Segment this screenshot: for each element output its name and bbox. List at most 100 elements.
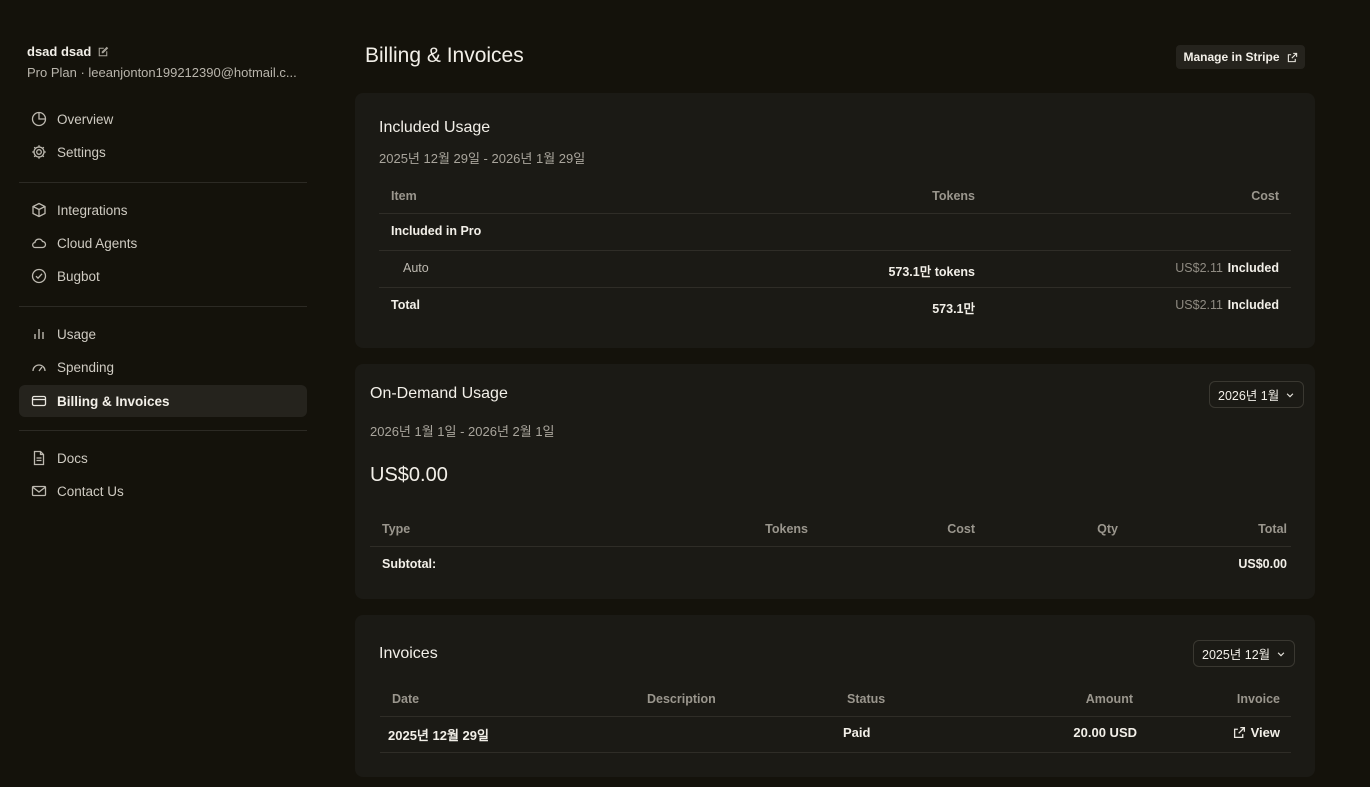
sidebar-item-overview[interactable]: Overview bbox=[19, 103, 307, 135]
sidebar-item-bugbot[interactable]: Bugbot bbox=[19, 260, 307, 292]
credit-card-icon bbox=[31, 395, 47, 407]
sidebar-item-label: Integrations bbox=[57, 202, 128, 218]
sidebar-item-contact-us[interactable]: Contact Us bbox=[19, 475, 307, 507]
table-subtotal-row: Subtotal: US$0.00 bbox=[370, 557, 1291, 577]
page-title: Billing & Invoices bbox=[365, 44, 524, 67]
column-header-qty: Qty bbox=[1097, 522, 1118, 536]
cube-icon bbox=[32, 202, 46, 218]
table-group-row: Included in Pro bbox=[379, 224, 1291, 244]
user-name: dsad dsad bbox=[27, 44, 92, 59]
table-divider bbox=[379, 287, 1291, 288]
column-header-type: Type bbox=[382, 522, 411, 536]
invoices-title: Invoices bbox=[379, 645, 438, 662]
sidebar-item-label: Overview bbox=[57, 111, 114, 127]
column-header-status: Status bbox=[847, 692, 886, 706]
on-demand-amount: US$0.00 bbox=[370, 464, 448, 486]
on-demand-month-select[interactable]: 2026년 1월 bbox=[1209, 381, 1305, 408]
bar-chart-icon bbox=[34, 329, 44, 339]
on-demand-table: Type Tokens Cost Qty Total Subtotal: US$… bbox=[370, 514, 1291, 579]
gear-icon bbox=[32, 145, 46, 159]
invoices-table: Date Description Status Amount Invoice 2… bbox=[380, 683, 1291, 753]
app-root: dsad dsad Pro Plan · leeanjonton19921239… bbox=[0, 0, 1370, 787]
table-divider bbox=[379, 250, 1291, 251]
sidebar-item-billing-invoices[interactable]: Billing & Invoices bbox=[19, 385, 307, 417]
row-status: Included bbox=[1227, 261, 1279, 275]
included-usage-card: Included Usage 2025년 12월 29일 - 2026년 1월 … bbox=[355, 93, 1315, 348]
sidebar-item-spending[interactable]: Spending bbox=[19, 351, 307, 383]
table-total-row: Total 573.1만 US$2.11 Included bbox=[379, 298, 1291, 318]
sidebar-item-docs[interactable]: Docs bbox=[19, 442, 307, 474]
group-label: Included in Pro bbox=[391, 224, 482, 238]
table-divider bbox=[379, 213, 1291, 214]
table-divider bbox=[380, 716, 1291, 717]
on-demand-usage-card: On-Demand Usage 2026년 1월 2026년 1월 1일 - 2… bbox=[355, 364, 1315, 599]
column-header-invoice: Invoice bbox=[1236, 692, 1280, 706]
external-link-icon bbox=[1233, 726, 1245, 739]
gauge-icon bbox=[32, 364, 46, 372]
row-cost: US$2.11 bbox=[1175, 261, 1223, 275]
table-row: Auto 573.1만 tokens US$2.11 Included bbox=[379, 261, 1291, 281]
chevron-down-icon bbox=[1286, 392, 1294, 397]
table-divider bbox=[370, 546, 1291, 547]
sidebar-item-settings[interactable]: Settings bbox=[19, 136, 307, 168]
column-header-total: Total bbox=[1258, 522, 1287, 536]
check-circle-icon bbox=[31, 268, 47, 284]
sidebar-item-label: Spending bbox=[57, 359, 115, 375]
on-demand-usage-title: On-Demand Usage bbox=[370, 385, 508, 402]
cloud-icon bbox=[32, 238, 47, 249]
sidebar-item-cloud-agents[interactable]: Cloud Agents bbox=[19, 227, 307, 259]
selected-month: 2025년 12월 bbox=[1202, 648, 1271, 662]
column-header-date: Date bbox=[392, 692, 420, 706]
invoice-view-link[interactable]: View bbox=[1233, 725, 1280, 740]
pie-chart-icon bbox=[31, 111, 47, 127]
column-header-cost: Cost bbox=[1251, 189, 1279, 203]
total-tokens: 573.1만 bbox=[932, 302, 975, 316]
table-header-row: Item Tokens Cost bbox=[379, 189, 1291, 209]
included-usage-title: Included Usage bbox=[379, 119, 491, 136]
manage-in-stripe-button[interactable]: Manage in Stripe bbox=[1176, 45, 1305, 69]
sidebar: dsad dsad Pro Plan · leeanjonton19921239… bbox=[19, 0, 307, 787]
sidebar-item-integrations[interactable]: Integrations bbox=[19, 194, 307, 226]
chevron-down-icon bbox=[1277, 651, 1285, 656]
sidebar-item-label: Usage bbox=[57, 326, 97, 342]
row-item: Auto bbox=[403, 261, 429, 275]
included-usage-table: Item Tokens Cost Included in Pro Auto 57… bbox=[379, 181, 1291, 331]
user-name-row: dsad dsad bbox=[27, 44, 109, 59]
sidebar-item-label: Docs bbox=[57, 450, 88, 466]
table-header-row: Type Tokens Cost Qty Total bbox=[370, 522, 1291, 542]
document-icon bbox=[33, 450, 45, 466]
sidebar-divider bbox=[19, 182, 307, 183]
invoice-amount: 20.00 USD bbox=[1073, 725, 1137, 740]
sidebar-item-label: Contact Us bbox=[57, 483, 124, 499]
on-demand-usage-range: 2026년 1월 1일 - 2026년 2월 1일 bbox=[370, 424, 555, 439]
column-header-tokens: Tokens bbox=[765, 522, 808, 536]
external-link-icon bbox=[1287, 52, 1297, 62]
table-row: 2025년 12월 29일 Paid 20.00 USD View bbox=[380, 725, 1291, 745]
row-tokens: 573.1만 tokens bbox=[888, 265, 975, 279]
invoice-status: Paid bbox=[843, 725, 871, 740]
column-header-item: Item bbox=[391, 189, 417, 203]
subtotal-value: US$0.00 bbox=[1238, 557, 1287, 571]
manage-in-stripe-label: Manage in Stripe bbox=[1183, 50, 1280, 64]
mail-icon bbox=[31, 485, 47, 497]
total-label: Total bbox=[391, 298, 420, 312]
column-header-tokens: Tokens bbox=[932, 189, 975, 203]
invoices-card: Invoices 2025년 12월 Date Description Stat… bbox=[355, 615, 1315, 777]
column-header-amount: Amount bbox=[1085, 692, 1133, 706]
table-divider bbox=[380, 752, 1291, 753]
user-plan-email: Pro Plan · leeanjonton199212390@hotmail.… bbox=[27, 65, 297, 80]
sidebar-item-label: Settings bbox=[57, 144, 106, 160]
column-header-description: Description bbox=[647, 692, 716, 706]
sidebar-item-label: Bugbot bbox=[57, 268, 100, 284]
sidebar-item-label: Billing & Invoices bbox=[57, 393, 170, 409]
sidebar-divider bbox=[19, 306, 307, 307]
invoice-view-label: View bbox=[1250, 725, 1280, 740]
edit-icon[interactable] bbox=[97, 46, 109, 58]
selected-month: 2026년 1월 bbox=[1218, 389, 1280, 403]
column-header-cost: Cost bbox=[947, 522, 975, 536]
sidebar-item-usage[interactable]: Usage bbox=[19, 318, 307, 350]
invoices-month-select[interactable]: 2025년 12월 bbox=[1193, 640, 1296, 667]
total-cost: US$2.11 bbox=[1175, 298, 1223, 312]
sidebar-divider bbox=[19, 430, 307, 431]
total-status: Included bbox=[1227, 298, 1279, 312]
